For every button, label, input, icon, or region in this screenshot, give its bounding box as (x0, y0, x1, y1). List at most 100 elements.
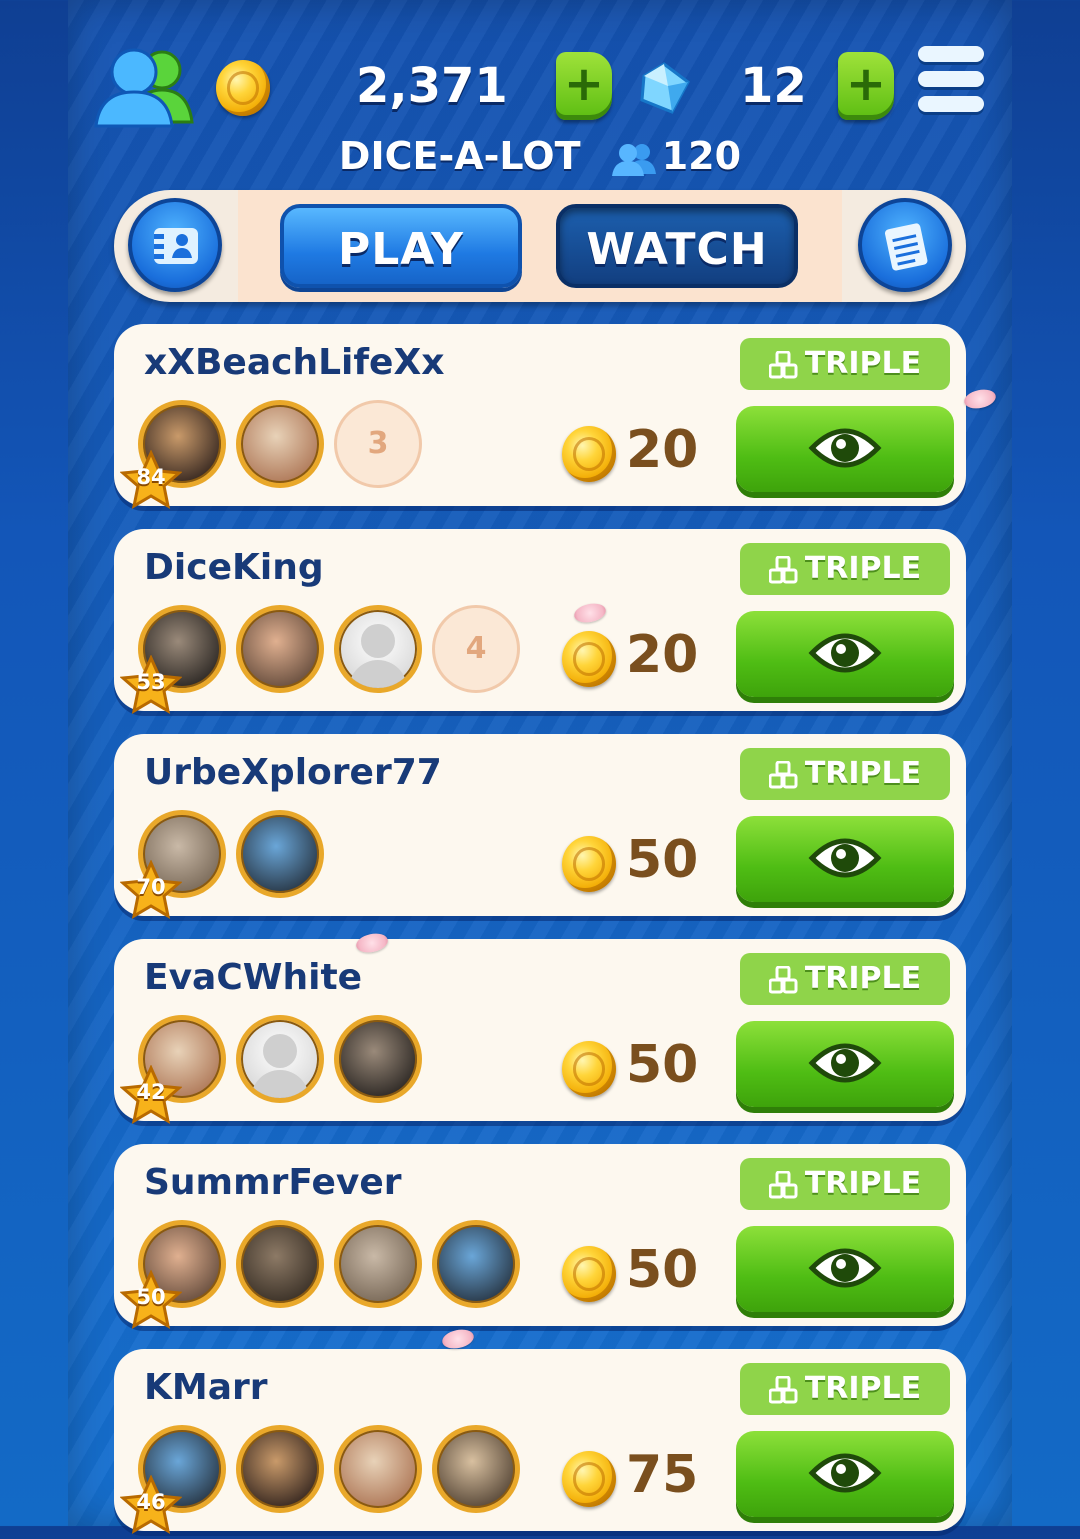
friends-icon[interactable] (92, 42, 202, 132)
contacts-icon (154, 228, 198, 264)
host-name: KMarr (144, 1367, 268, 1408)
coin-icon (562, 1041, 616, 1097)
watch-game-button[interactable] (736, 406, 954, 492)
coin-icon (562, 426, 616, 482)
coin-icon (562, 836, 616, 892)
watch-game-button[interactable] (736, 611, 954, 697)
eye-icon (808, 428, 882, 468)
level-star-icon: 42 (119, 1064, 183, 1125)
dice-icon (768, 760, 798, 788)
tab-watch[interactable]: WATCH (556, 204, 798, 288)
avatar[interactable] (236, 1220, 324, 1308)
plus-icon: + (845, 56, 887, 112)
avatar[interactable] (236, 1015, 324, 1103)
watch-game-button[interactable] (736, 1431, 954, 1517)
game-card: UrbeXplorer77 TRIPLE 70 50 (114, 734, 966, 919)
coin-icon (216, 60, 270, 116)
avatar[interactable] (334, 1220, 422, 1308)
top-bar: 2,371 + 12 + (0, 0, 1080, 130)
dice-icon (768, 555, 798, 583)
members-icon (611, 143, 656, 176)
player-level: 70 (136, 875, 166, 899)
player-level: 53 (136, 670, 166, 694)
dice-icon (768, 350, 798, 378)
avatar[interactable] (236, 810, 324, 898)
player-level: 42 (136, 1080, 166, 1104)
open-seats-count: 3 (334, 400, 422, 488)
host-name: xXBeachLifeXx (144, 342, 445, 383)
mode-label: TRIPLE (804, 551, 922, 586)
add-gems-button[interactable]: + (838, 52, 894, 120)
mode-label: TRIPLE (804, 1166, 922, 1201)
contacts-button[interactable] (128, 198, 222, 292)
mode-label: TRIPLE (804, 1371, 922, 1406)
menu-icon[interactable] (918, 46, 984, 124)
level-star-icon: 50 (119, 1269, 183, 1330)
notepad-button[interactable] (858, 198, 952, 292)
host-name: EvaCWhite (144, 957, 363, 998)
coin-balance: 2,371 (356, 58, 508, 114)
open-seats-count: 4 (432, 605, 520, 693)
eye-icon (808, 838, 882, 878)
avatar[interactable] (334, 1425, 422, 1513)
mode-badge: TRIPLE (740, 1158, 950, 1210)
host-name: DiceKing (144, 547, 324, 588)
mode-label: TRIPLE (804, 961, 922, 996)
dice-icon (768, 1375, 798, 1403)
club-info: DICE-A-LOT 120 (0, 134, 1080, 178)
fee-amount: 50 (626, 1035, 699, 1095)
host-name: UrbeXplorer77 (144, 752, 442, 793)
player-level: 84 (136, 465, 166, 489)
add-coins-button[interactable]: + (556, 52, 612, 120)
avatar[interactable] (334, 605, 422, 693)
fee-amount: 20 (626, 420, 699, 480)
coin-icon (562, 1246, 616, 1302)
tab-bar: PLAY WATCH (114, 190, 966, 302)
coin-icon (562, 1451, 616, 1507)
mode-badge: TRIPLE (740, 953, 950, 1005)
avatar[interactable] (432, 1220, 520, 1308)
dice-icon (768, 1170, 798, 1198)
club-member-count: 120 (661, 134, 742, 178)
level-star-icon: 53 (119, 654, 183, 715)
club-name: DICE-A-LOT (338, 134, 581, 178)
avatar[interactable] (432, 1425, 520, 1513)
eye-icon (808, 1043, 882, 1083)
mode-label: TRIPLE (804, 756, 922, 791)
host-name: SummrFever (144, 1162, 402, 1203)
eye-icon (808, 1248, 882, 1288)
avatar[interactable] (236, 1425, 324, 1513)
watch-game-button[interactable] (736, 816, 954, 902)
game-card: EvaCWhite TRIPLE 42 50 (114, 939, 966, 1124)
eye-icon (808, 633, 882, 673)
level-star-icon: 84 (119, 449, 183, 510)
fee-amount: 20 (626, 625, 699, 685)
fee-amount: 50 (626, 1240, 699, 1300)
mode-badge: TRIPLE (740, 543, 950, 595)
tab-play[interactable]: PLAY (280, 204, 522, 288)
notepad-icon (884, 223, 928, 271)
gem-balance: 12 (740, 58, 807, 114)
game-card: xXBeachLifeXx TRIPLE 3 84 20 (114, 324, 966, 509)
game-card: SummrFever TRIPLE 50 50 (114, 1144, 966, 1329)
mode-label: TRIPLE (804, 346, 922, 381)
coin-icon (562, 631, 616, 687)
game-card: DiceKing TRIPLE 4 53 20 (114, 529, 966, 714)
mode-badge: TRIPLE (740, 748, 950, 800)
dice-icon (768, 965, 798, 993)
player-level: 50 (136, 1285, 166, 1309)
avatar[interactable] (236, 605, 324, 693)
eye-icon (808, 1453, 882, 1493)
fee-amount: 75 (626, 1445, 699, 1505)
mode-badge: TRIPLE (740, 338, 950, 390)
player-level: 46 (136, 1490, 166, 1514)
watch-game-button[interactable] (736, 1226, 954, 1312)
gem-icon (640, 62, 690, 114)
avatar[interactable] (236, 400, 324, 488)
level-star-icon: 46 (119, 1474, 183, 1535)
avatar[interactable] (334, 1015, 422, 1103)
game-card: KMarr TRIPLE 46 75 (114, 1349, 966, 1534)
plus-icon: + (563, 56, 605, 112)
watch-game-button[interactable] (736, 1021, 954, 1107)
level-star-icon: 70 (119, 859, 183, 920)
